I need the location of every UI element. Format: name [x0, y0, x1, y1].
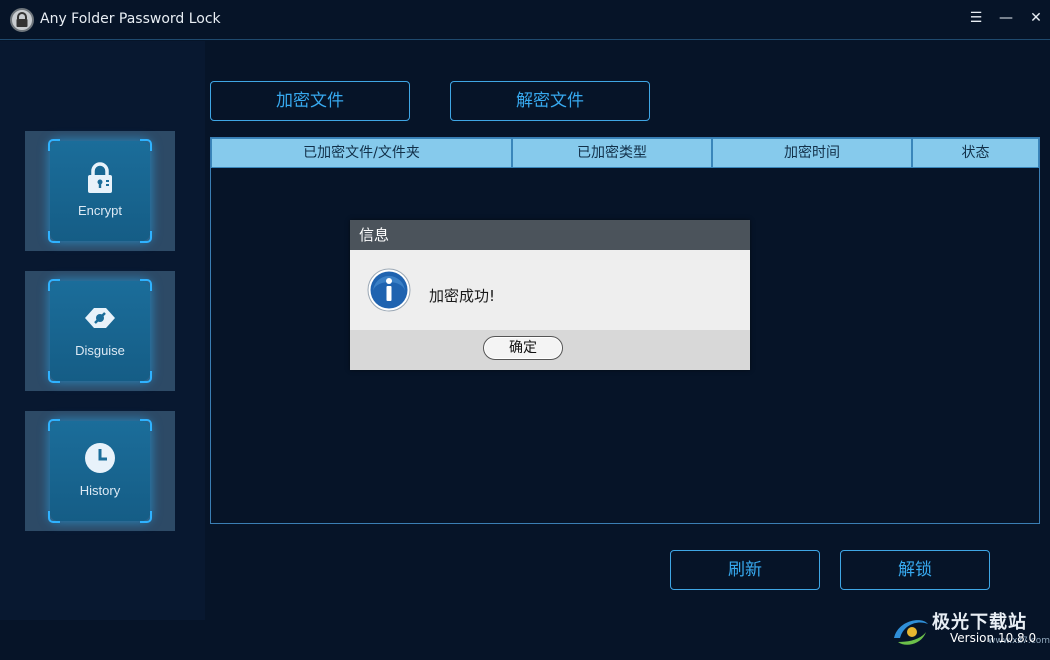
- sidebar-item-label: History: [79, 483, 121, 498]
- ok-button[interactable]: 确定: [483, 336, 563, 360]
- title-bar: Any Folder Password Lock ☰ — ✕: [0, 0, 1050, 40]
- window-title: Any Folder Password Lock: [40, 11, 221, 27]
- version-label: Version 10.8.0: [950, 631, 1037, 645]
- app-logo-lock-icon: [10, 8, 34, 32]
- padlock-icon: [88, 162, 112, 193]
- decrypt-file-button[interactable]: 解密文件: [450, 81, 650, 121]
- sidebar-item-disguise[interactable]: Disguise: [25, 271, 175, 391]
- sidebar-item-history[interactable]: History: [25, 411, 175, 531]
- column-header-files[interactable]: 已加密文件/文件夹: [211, 138, 512, 168]
- nav-button-encrypt[interactable]: Encrypt: [48, 139, 152, 243]
- info-icon: [367, 268, 411, 312]
- column-header-type[interactable]: 已加密类型: [512, 138, 712, 168]
- dialog-footer: 确定: [350, 330, 750, 370]
- unlock-button[interactable]: 解锁: [840, 550, 990, 590]
- sidebar-item-label: Encrypt: [77, 203, 123, 218]
- minimize-button[interactable]: —: [996, 8, 1016, 28]
- column-header-status[interactable]: 状态: [912, 138, 1039, 168]
- nav-button-disguise[interactable]: Disguise: [48, 279, 152, 383]
- dialog-message: 加密成功!: [429, 287, 496, 305]
- sidebar-item-label: Disguise: [75, 343, 125, 358]
- info-dialog: 信息 加密成功! 确定: [350, 220, 750, 370]
- table-header: 已加密文件/文件夹 已加密类型 加密时间 状态: [211, 138, 1039, 168]
- disguise-icon: [85, 308, 115, 328]
- column-header-time[interactable]: 加密时间: [712, 138, 912, 168]
- close-button[interactable]: ✕: [1026, 8, 1046, 28]
- sidebar-item-encrypt[interactable]: Encrypt: [25, 131, 175, 251]
- dialog-title: 信息: [350, 220, 750, 250]
- refresh-button[interactable]: 刷新: [670, 550, 820, 590]
- menu-icon[interactable]: ☰: [966, 8, 986, 28]
- watermark-swirl-icon: [894, 620, 928, 645]
- encrypt-file-button[interactable]: 加密文件: [210, 81, 410, 121]
- nav-button-history[interactable]: History: [48, 419, 152, 523]
- clock-icon: [85, 443, 115, 473]
- dialog-body: 加密成功!: [350, 250, 750, 330]
